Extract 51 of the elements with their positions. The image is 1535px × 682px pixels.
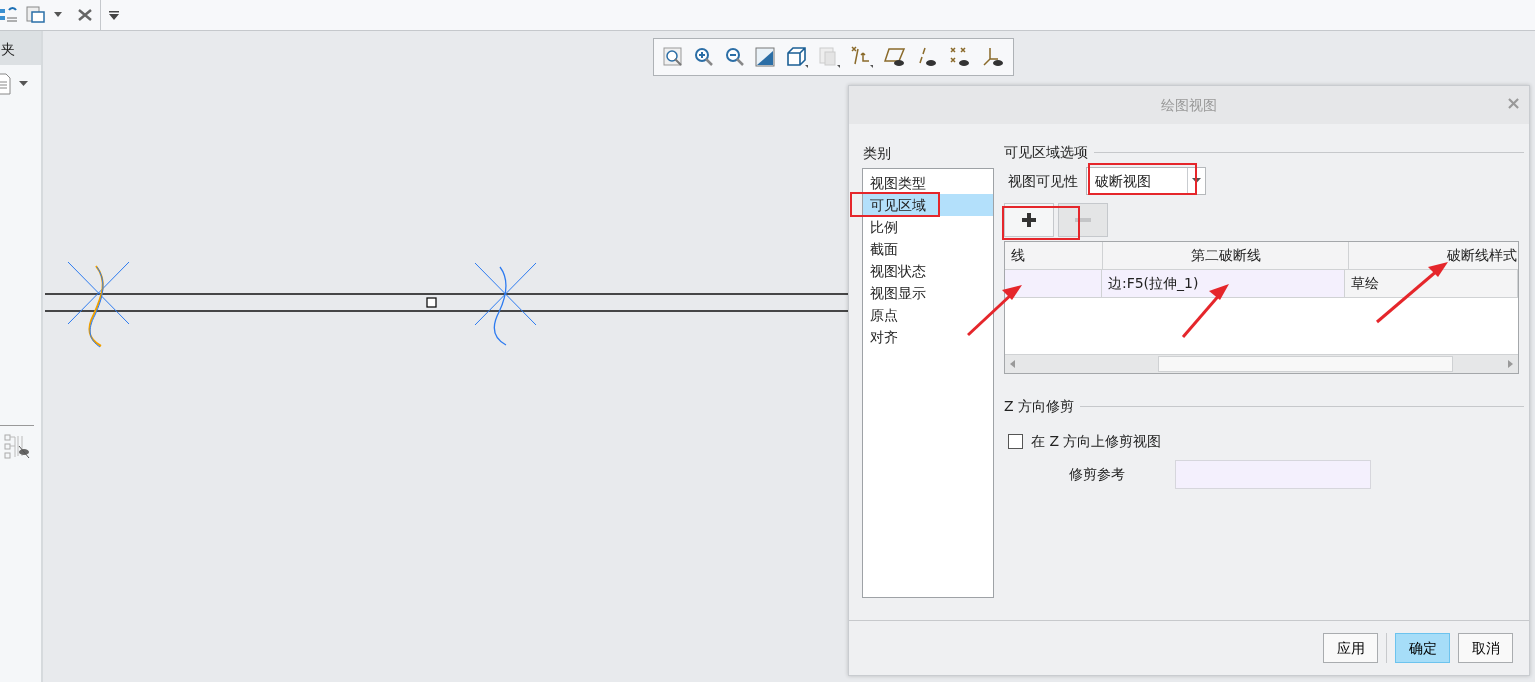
cube-icon[interactable]: [785, 46, 808, 68]
column-header: 线: [1005, 242, 1103, 269]
category-item[interactable]: 视图状态: [863, 260, 993, 282]
category-item[interactable]: 比例: [863, 216, 993, 238]
dialog-button[interactable]: 确定: [1395, 633, 1450, 663]
category-item[interactable]: 可见区域: [863, 194, 993, 216]
repaint-icon[interactable]: [755, 47, 776, 67]
visibility-dropdown[interactable]: 破断视图: [1086, 167, 1206, 195]
zoom-out-icon[interactable]: [724, 47, 745, 67]
category-item[interactable]: 视图类型: [863, 172, 993, 194]
datum-points-icon[interactable]: [851, 46, 874, 68]
dialog-button[interactable]: 取消: [1458, 633, 1513, 663]
dialog-title: 绘图视图: [1161, 95, 1217, 115]
annotation-arrow: [966, 285, 1022, 337]
csys-display-icon[interactable]: [981, 46, 1004, 68]
section-title: 可见区域选项: [1004, 143, 1088, 162]
checkbox[interactable]: [1008, 434, 1023, 449]
layers-icon[interactable]: [0, 5, 18, 25]
panel-header: 夹: [1, 41, 15, 57]
tree-hide-icon[interactable]: [4, 434, 31, 460]
close-icon[interactable]: [78, 9, 92, 21]
category-label: 类别: [863, 144, 891, 163]
reference-field[interactable]: [1175, 460, 1371, 489]
category-item[interactable]: 原点: [863, 304, 993, 326]
table-cell: 草绘: [1345, 270, 1518, 297]
axis-display-icon[interactable]: [916, 46, 939, 68]
visibility-label: 视图可见性: [1008, 171, 1078, 191]
caret-icon[interactable]: [109, 10, 119, 20]
checkbox-label: 在 Z 方向上修剪视图: [1031, 432, 1162, 451]
reference-label: 修剪参考: [1069, 465, 1126, 484]
zoom-in-icon[interactable]: [693, 47, 714, 67]
zoom-fit-icon[interactable]: [663, 47, 684, 67]
caret-icon[interactable]: [54, 12, 62, 18]
point-display-icon[interactable]: [948, 46, 971, 68]
caret-icon[interactable]: [19, 81, 28, 87]
square-marker: [426, 297, 437, 308]
category-item[interactable]: 对齐: [863, 326, 993, 348]
section-title: Z 方向修剪: [1004, 397, 1075, 416]
window-icon[interactable]: [26, 5, 46, 25]
table-cell[interactable]: [1005, 270, 1102, 297]
annotation-arrow: [1376, 262, 1448, 324]
dialog-button[interactable]: 应用: [1323, 633, 1378, 663]
plane-display-icon[interactable]: [883, 46, 906, 68]
category-item[interactable]: 视图显示: [863, 282, 993, 304]
plus-icon: [1021, 212, 1037, 228]
column-header: 第二破断线: [1103, 242, 1349, 269]
category-item[interactable]: 截面: [863, 238, 993, 260]
caret-icon: [1192, 178, 1201, 184]
minus-icon: [1075, 218, 1091, 222]
table-cell: 边:F5(拉伸_1): [1101, 270, 1346, 297]
add-button[interactable]: [1004, 203, 1054, 237]
